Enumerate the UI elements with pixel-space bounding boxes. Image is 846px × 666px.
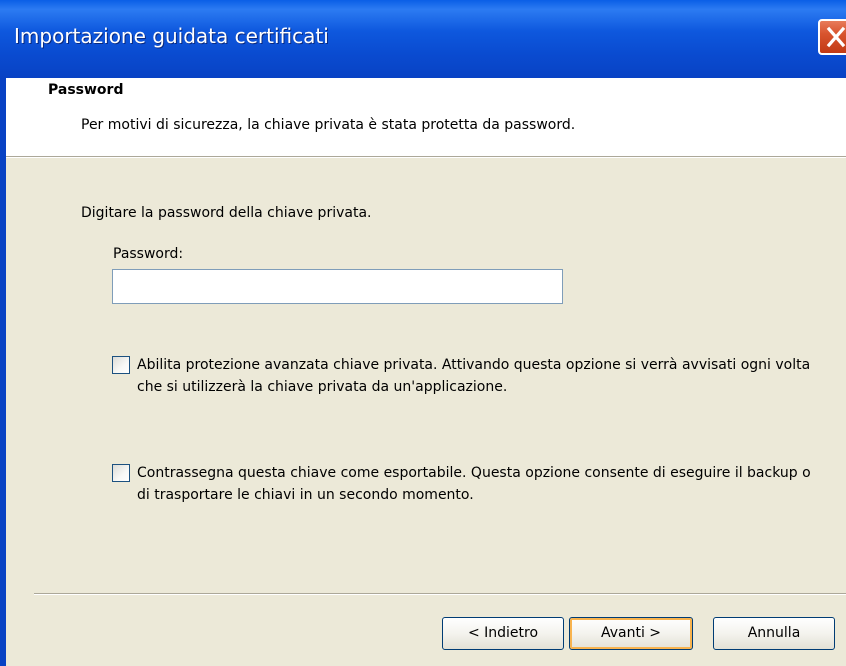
password-label: Password: bbox=[113, 246, 184, 262]
window-title: Importazione guidata certificati bbox=[14, 24, 329, 48]
checkbox-exportable-label[interactable]: Contrassegna questa chiave come esportab… bbox=[137, 462, 817, 506]
password-instruction: Digitare la password della chiave privat… bbox=[81, 205, 372, 221]
next-button[interactable]: Avanti > bbox=[569, 617, 693, 650]
window-frame-left bbox=[0, 78, 6, 666]
footer-divider-highlight bbox=[34, 594, 846, 595]
checkbox-strong-protection-box[interactable] bbox=[112, 356, 130, 374]
checkbox-strong-protection-label[interactable]: Abilita protezione avanzata chiave priva… bbox=[137, 354, 817, 398]
page-description: Per motivi di sicurezza, la chiave priva… bbox=[81, 117, 576, 133]
password-input[interactable] bbox=[112, 269, 563, 304]
close-button[interactable] bbox=[818, 19, 846, 55]
cancel-button[interactable]: Annulla bbox=[713, 617, 835, 650]
checkbox-exportable-box[interactable] bbox=[112, 464, 130, 482]
header-divider-highlight bbox=[6, 157, 846, 158]
close-icon bbox=[826, 26, 846, 48]
wizard-window: Importazione guidata certificati Passwor… bbox=[0, 0, 846, 666]
title-bar[interactable]: Importazione guidata certificati bbox=[0, 0, 846, 78]
back-button[interactable]: < Indietro bbox=[442, 617, 564, 650]
page-title: Password bbox=[48, 82, 124, 98]
